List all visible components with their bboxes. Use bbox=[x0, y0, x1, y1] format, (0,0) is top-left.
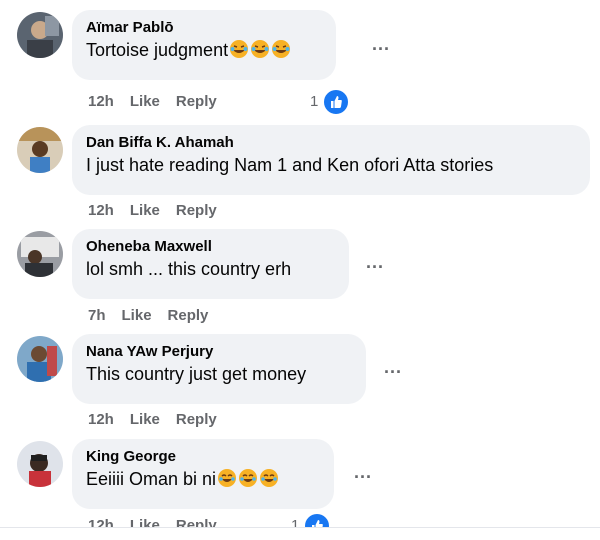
comment-text-content: Tortoise judgment bbox=[86, 40, 229, 60]
avatar[interactable] bbox=[17, 441, 63, 487]
comment-actions: 12h Like Reply bbox=[88, 201, 233, 221]
comment-bubble: King George Eeiiii Oman bi ni bbox=[72, 439, 334, 509]
like-button[interactable]: Like bbox=[130, 411, 160, 428]
like-icon bbox=[322, 88, 350, 116]
comment-time[interactable]: 12h bbox=[88, 411, 114, 428]
comment-time[interactable]: 12h bbox=[88, 93, 114, 110]
rofl-emoji bbox=[229, 39, 249, 59]
more-options-button[interactable]: ... bbox=[354, 462, 372, 482]
comment-time[interactable]: 7h bbox=[88, 307, 106, 324]
comment-text: lol smh ... this country erh bbox=[86, 259, 292, 279]
comment-bubble: Aïmar Pablō Tortoise judgment bbox=[72, 10, 336, 80]
comment-bubble: Nana YAw Perjury This country just get m… bbox=[72, 334, 366, 404]
comment-text: Tortoise judgment bbox=[86, 38, 322, 62]
rofl-emoji bbox=[271, 39, 291, 59]
comment-text: This country just get money bbox=[86, 364, 307, 384]
comment-author[interactable]: Nana YAw Perjury bbox=[86, 342, 352, 362]
more-options-button[interactable]: ... bbox=[372, 34, 390, 54]
avatar[interactable] bbox=[17, 12, 63, 58]
like-button[interactable]: Like bbox=[122, 307, 152, 324]
more-options-button[interactable]: ... bbox=[384, 357, 402, 377]
comment-text-content: Eeiiii Oman bi ni bbox=[86, 469, 217, 489]
comment-actions: 7h Like Reply bbox=[88, 306, 224, 326]
comment-text: Eeiiii Oman bi ni bbox=[86, 467, 320, 491]
more-options-button[interactable]: ... bbox=[366, 252, 384, 272]
like-button[interactable]: Like bbox=[130, 93, 160, 110]
comment-author[interactable]: King George bbox=[86, 447, 320, 467]
comment-actions: 12h Like Reply bbox=[88, 410, 233, 430]
like-button[interactable]: Like bbox=[130, 202, 160, 219]
comment-bubble: Dan Biffa K. Ahamah I just hate reading … bbox=[72, 125, 590, 195]
comment-author[interactable]: Oheneba Maxwell bbox=[86, 237, 335, 257]
joy-emoji bbox=[259, 468, 279, 488]
avatar[interactable] bbox=[17, 336, 63, 382]
joy-emoji bbox=[217, 468, 237, 488]
reply-button[interactable]: Reply bbox=[168, 307, 209, 324]
comment-text: I just hate reading Nam 1 and Ken ofori … bbox=[86, 155, 494, 175]
bottom-edge bbox=[0, 528, 600, 538]
comment-bubble: Oheneba Maxwell lol smh ... this country… bbox=[72, 229, 349, 299]
comment-author[interactable]: Dan Biffa K. Ahamah bbox=[86, 133, 576, 153]
avatar[interactable] bbox=[17, 127, 63, 173]
comment-actions: 12h Like Reply bbox=[88, 92, 233, 112]
avatar[interactable] bbox=[17, 231, 63, 277]
rofl-emoji bbox=[250, 39, 270, 59]
reply-button[interactable]: Reply bbox=[176, 202, 217, 219]
comment-author[interactable]: Aïmar Pablō bbox=[86, 18, 322, 38]
reply-button[interactable]: Reply bbox=[176, 93, 217, 110]
joy-emoji bbox=[238, 468, 258, 488]
reply-button[interactable]: Reply bbox=[176, 411, 217, 428]
reaction-count[interactable]: 1 bbox=[310, 91, 318, 113]
comment-time[interactable]: 12h bbox=[88, 202, 114, 219]
